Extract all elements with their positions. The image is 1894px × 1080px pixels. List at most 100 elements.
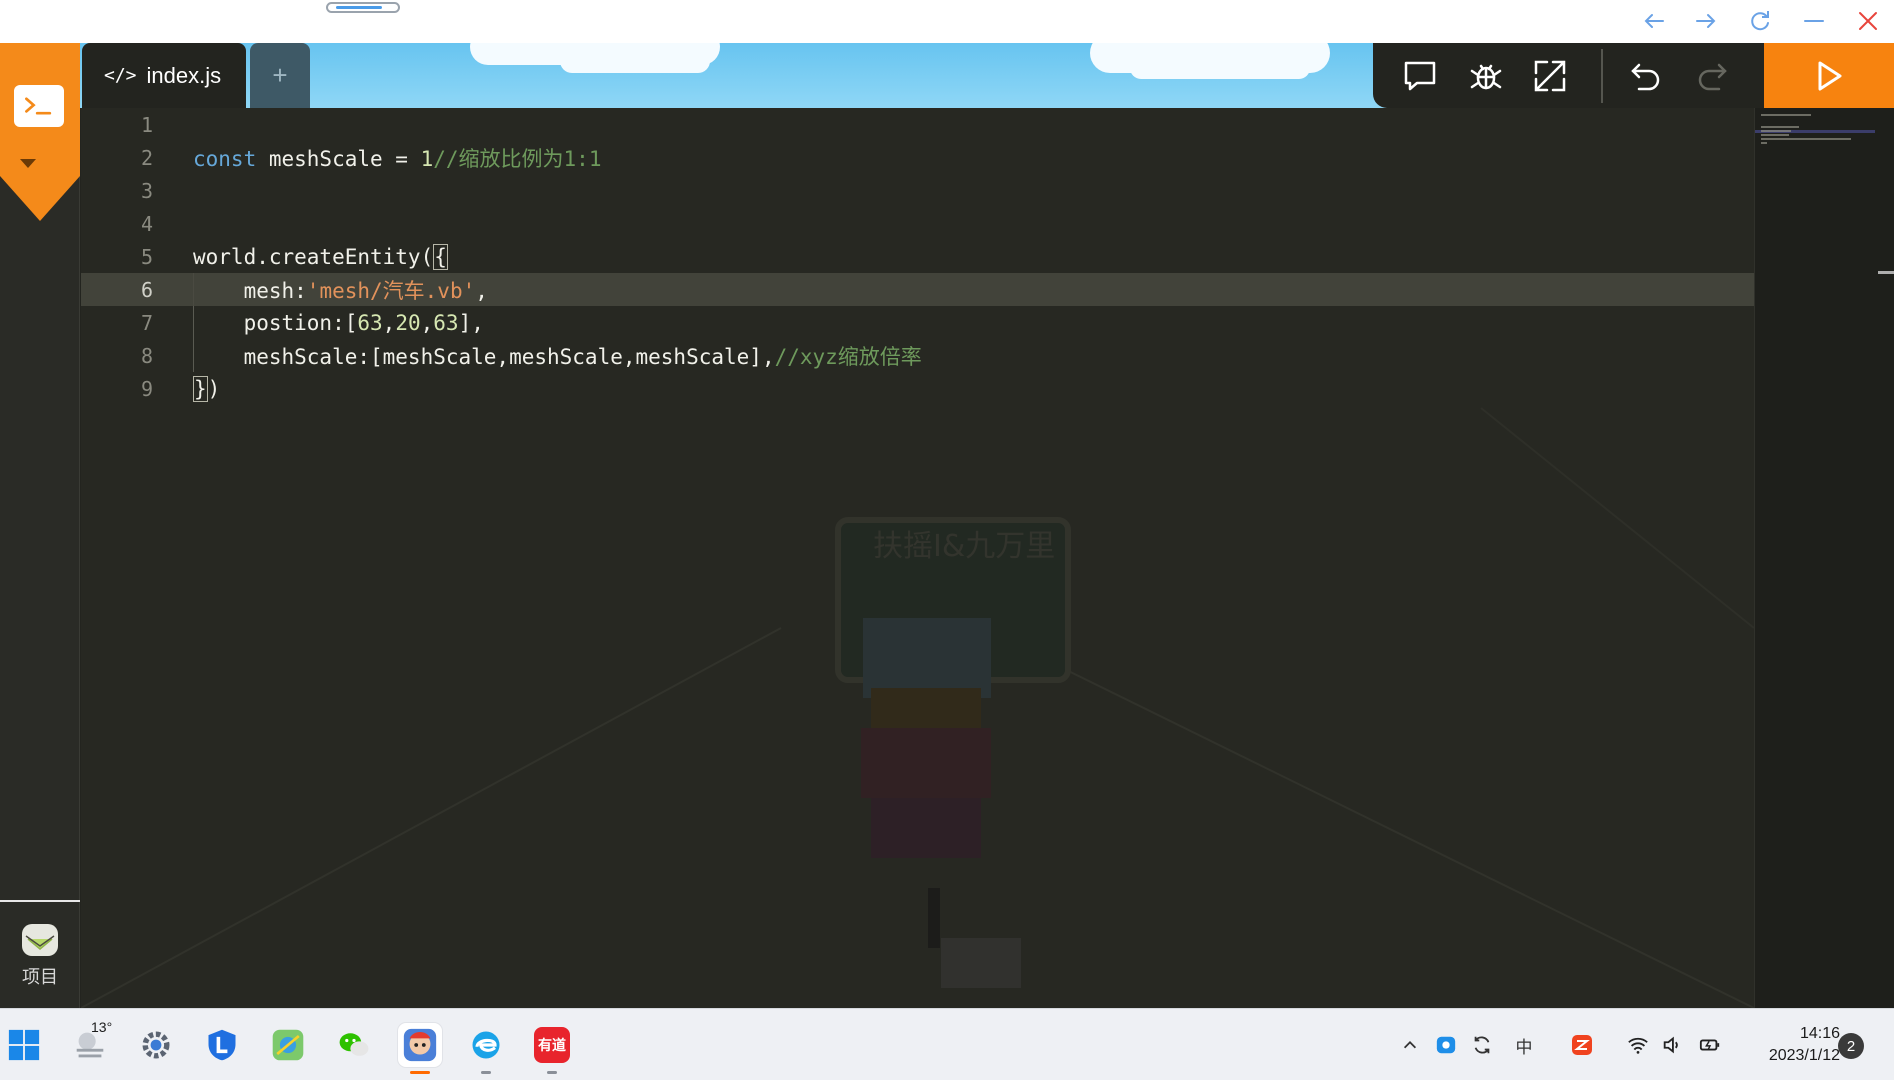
running-indicator [547, 1071, 557, 1074]
settings-gear-icon [142, 1031, 170, 1059]
project-button[interactable]: 项目 [0, 913, 80, 1003]
sync-tray[interactable] [1468, 1031, 1496, 1059]
code-token: 1 [420, 146, 434, 171]
left-sidebar: 项目 [0, 43, 80, 1008]
minimap-line [1761, 130, 1791, 132]
clock-date: 2023/1/12 [1768, 1047, 1840, 1064]
network-status[interactable] [1624, 1031, 1652, 1059]
youdao-dict[interactable]: 有道 [530, 1023, 574, 1074]
reload-icon [1751, 11, 1769, 31]
code-text: }) [153, 375, 220, 402]
code-line[interactable]: 9}) [81, 372, 1754, 405]
redo-button[interactable] [1689, 53, 1735, 99]
minimap-line [1761, 138, 1851, 140]
code-line[interactable]: 5 world.createEntity({ [81, 240, 1754, 273]
start-button[interactable] [2, 1023, 46, 1067]
code-line[interactable]: 1 [81, 108, 1754, 141]
l-app[interactable] [200, 1023, 244, 1067]
maps-app[interactable] [266, 1023, 310, 1067]
line-number: 2 [140, 145, 153, 170]
reload-button[interactable] [1740, 4, 1780, 38]
code-token: //xyz缩放倍率 [774, 344, 922, 369]
window-title-bar [0, 0, 1894, 43]
edge-browser-icon [472, 1031, 500, 1059]
code-line[interactable]: 2 const meshScale = 1//缩放比例为1:1 [81, 141, 1754, 174]
code-token: 'mesh/汽车.vb' [306, 278, 476, 303]
undo-button[interactable] [1623, 53, 1669, 99]
undo-icon [1631, 63, 1660, 91]
code-line[interactable]: 6 mesh:'mesh/汽车.vb', [81, 273, 1754, 306]
code-token: const [193, 146, 257, 171]
code-token: 63 [357, 310, 383, 335]
comment-icon [1404, 61, 1436, 91]
chevron-down-icon[interactable] [20, 159, 36, 168]
code-line[interactable]: 8 meshScale:[meshScale,meshScale,meshSca… [81, 339, 1754, 372]
weather-temperature: 13° [91, 1019, 113, 1035]
divider [0, 900, 80, 902]
back-button[interactable] [1634, 4, 1674, 38]
tab-index-js[interactable]: </> index.js [82, 43, 246, 108]
close-button[interactable] [1848, 4, 1888, 38]
code-line[interactable]: 4 [81, 207, 1754, 240]
line-number: 8 [140, 343, 153, 368]
wechat-icon [339, 1033, 369, 1056]
fullscreen-icon [1534, 60, 1566, 92]
code-token: , [382, 310, 396, 335]
wps-icon [1572, 1035, 1592, 1055]
battery-status[interactable] [1696, 1031, 1724, 1059]
code-token: } [193, 375, 208, 402]
maps-app-icon [272, 1029, 304, 1061]
code-icon: </> [104, 65, 137, 86]
show-hidden-icons-button[interactable] [1396, 1031, 1424, 1059]
line-number: 6 [140, 277, 153, 302]
arrow-left-icon [1644, 14, 1664, 28]
code-token: 20 [395, 310, 421, 335]
minimap[interactable] [1754, 108, 1894, 1008]
forward-button[interactable] [1686, 4, 1726, 38]
wps-tray[interactable] [1568, 1031, 1596, 1059]
wechat-app[interactable] [332, 1023, 376, 1067]
run-button[interactable] [1764, 43, 1894, 108]
tray-app[interactable] [1432, 1031, 1460, 1059]
console-panel-toggle[interactable] [0, 43, 80, 221]
scrollbar-thumb[interactable] [1878, 271, 1894, 274]
fullscreen-button[interactable] [1527, 53, 1573, 99]
code-lines: 1 2 const meshScale = 1//缩放比例为1:1 3 4 5 world.… [81, 108, 1754, 405]
code-text: world.createEntity({ [153, 243, 448, 270]
add-tab-button[interactable]: + [250, 43, 310, 108]
code-token: ], [458, 310, 484, 335]
code-game-app-icon [403, 1028, 437, 1062]
line-number: 3 [140, 178, 153, 203]
minimize-button[interactable] [1794, 4, 1834, 38]
line-number: 9 [140, 376, 153, 401]
terminal-icon [14, 85, 64, 127]
comment-button[interactable] [1397, 53, 1443, 99]
chevron-up-icon [1403, 1041, 1417, 1049]
youdao-dict-icon: 有道 [534, 1027, 570, 1063]
edge-browser[interactable] [464, 1023, 508, 1074]
battery-icon [1699, 1039, 1720, 1051]
redo-icon [1698, 63, 1727, 91]
ime-indicator[interactable]: 中 [1510, 1031, 1538, 1059]
minimap-line [1761, 142, 1767, 144]
close-icon [1859, 12, 1877, 30]
code-line[interactable]: 3 [81, 174, 1754, 207]
notification-badge[interactable]: 2 [1838, 1033, 1864, 1059]
running-indicator [410, 1071, 430, 1074]
clock[interactable]: 14:16 2023/1/12 [1740, 1023, 1840, 1067]
code-line[interactable]: 7 postion:[63,20,63], [81, 306, 1754, 339]
play-icon [1818, 61, 1842, 90]
volume-control[interactable] [1658, 1031, 1686, 1059]
project-icon [22, 924, 58, 956]
cloud [1130, 57, 1310, 79]
code-editor[interactable]: 扶摇I&九万里 1 2 const meshScale = 1//缩放比例为1:1 3… [81, 108, 1754, 1008]
code-text: meshScale:[meshScale,meshScale,meshScale… [153, 341, 922, 371]
minimap-line [1761, 134, 1789, 136]
code-token: meshScale:[meshScale,meshScale,meshScale… [193, 344, 775, 369]
project-label: 项目 [22, 967, 58, 987]
arrow-right-icon [1696, 14, 1716, 28]
debug-button[interactable] [1463, 53, 1509, 99]
code-game-app[interactable] [398, 1023, 442, 1074]
settings-app[interactable] [134, 1023, 178, 1067]
drag-handle[interactable] [326, 2, 400, 13]
